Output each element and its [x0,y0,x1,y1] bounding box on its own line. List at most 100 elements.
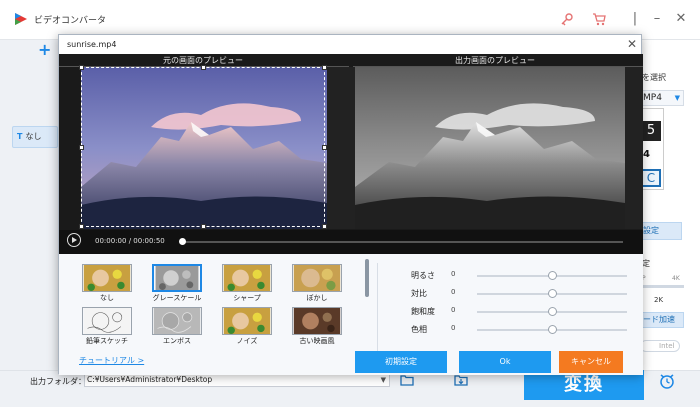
duration: 00:00:50 [133,237,165,245]
effect-thumbnail[interactable] [292,307,342,335]
adjustment-value: 0 [451,270,456,278]
intel-toggle[interactable]: Intel [640,340,680,352]
tutorial-link[interactable]: チュートリアル > [79,355,144,366]
effect-label: 鉛筆スケッチ [86,337,128,345]
quality-label: 定 [642,259,650,268]
effect-thumbnail[interactable] [152,264,202,292]
format-select-label: を選択 [642,73,666,82]
crop-handle[interactable] [201,65,206,70]
effect-item[interactable]: ぼかし [289,264,345,302]
effect-thumbnail[interactable] [222,307,272,335]
effect-label: シャープ [233,294,261,302]
effect-item[interactable]: 鉛筆スケッチ [79,307,135,345]
effect-thumbnail[interactable] [82,264,132,292]
adjustment-slider-handle[interactable] [547,289,557,298]
effect-thumbnail[interactable] [82,307,132,335]
adjustment-label: 色相 [411,325,427,334]
effect-item[interactable]: グレースケール [149,264,205,302]
open-folder-icon[interactable] [454,374,468,386]
adjustment-value: 0 [451,288,456,296]
output-folder-input[interactable]: C:¥Users¥Administrator¥Desktop ▼ [84,373,390,387]
parameter-settings-button[interactable]: 設定 [640,222,682,240]
effect-label: エンボス [163,337,191,345]
key-icon[interactable] [560,12,574,26]
effects-scrollbar[interactable] [365,259,369,297]
ok-button[interactable]: Ok [459,351,551,373]
time-readout: 00:00:00 / 00:00:50 [95,237,165,245]
close-window-button[interactable]: ✕ [672,10,690,28]
adjustment-label: 飽和度 [411,307,435,316]
crop-handle[interactable] [79,224,84,229]
adjustment-row: 対比 0 [411,288,631,302]
dialog-close-button[interactable]: ✕ [625,37,639,51]
adjustment-value: 0 [451,324,456,332]
crop-handle[interactable] [79,65,84,70]
current-time: 00:00:00 [95,237,127,245]
format-card[interactable]: 5 4 C [640,108,664,190]
window-divider: | [632,11,638,26]
app-logo-icon [15,13,27,25]
format-dropdown[interactable]: MP4 ▼ [640,90,684,106]
format-card-c: C [641,169,661,187]
adjustment-slider-handle[interactable] [547,271,557,280]
effect-item[interactable]: 古い映画風 [289,307,345,345]
source-preview-image [81,67,327,229]
adjustment-label: 明るさ [411,271,435,280]
dialog-title: sunrise.mp4 [67,40,117,49]
adjustment-row: 飽和度 0 [411,306,631,320]
output-preview-image [355,67,625,229]
crop-handle[interactable] [79,145,84,150]
adjustment-value: 0 [451,306,456,314]
adjustment-label: 対比 [411,289,427,298]
divider [377,263,378,363]
format-value: MP4 [643,93,662,103]
cancel-button[interactable]: キャンセル [559,351,623,373]
preview-gap [625,67,643,229]
effect-label: グレースケール [152,294,202,302]
crop-handle[interactable] [201,224,206,229]
browse-folder-icon[interactable] [400,374,414,386]
effect-item[interactable]: エンボス [149,307,205,345]
subtitle-none-button[interactable]: T なし [12,126,58,148]
effects-dialog: sunrise.mp4 ✕ 元の画面のプレビュー 出力画面のプレビュー 00:0… [58,34,643,375]
effect-label: ノイズ [236,337,258,345]
adjustment-row: 色相 0 [411,324,631,338]
quality-value: 2K [654,296,664,304]
adjustment-slider-handle[interactable] [547,325,557,334]
effect-thumbnail[interactable] [152,307,202,335]
effect-item[interactable]: なし [79,264,135,302]
effect-label: 古い映画風 [299,337,335,345]
file-list-panel [0,40,58,370]
subtitle-none-label: なし [25,132,42,141]
text-icon: T [17,132,23,141]
effect-label: ぼかし [306,294,328,302]
seek-bar[interactable] [183,241,623,243]
hardware-accel-button[interactable]: ード加速 [640,312,684,328]
quality-slider[interactable] [640,285,684,288]
app-title: ビデオコンバータ [34,16,107,26]
chevron-down-icon: ▼ [674,94,680,102]
minimize-button[interactable]: – [648,10,666,28]
format-card-small: 4 [643,149,650,160]
preview-gap [327,67,355,229]
effect-thumbnail[interactable] [222,264,272,292]
adjustment-slider-handle[interactable] [547,307,557,316]
alarm-clock-icon[interactable] [658,372,676,390]
seek-handle[interactable] [179,238,186,245]
time-separator: / [128,237,132,245]
effect-item[interactable]: シャープ [219,264,275,302]
adjustment-row: 明るさ 0 [411,270,631,284]
effect-label: なし [100,294,114,302]
output-preview-label: 出力画面のプレビュー [455,56,535,65]
play-icon[interactable] [67,233,81,247]
reset-button[interactable]: 初期設定 [355,351,447,373]
output-folder-label: 出力フォルダ： [30,377,86,386]
effect-thumbnail[interactable] [292,264,342,292]
output-folder-path: C:¥Users¥Administrator¥Desktop [87,375,213,384]
effect-item[interactable]: ノイズ [219,307,275,345]
cart-icon[interactable] [592,12,606,26]
format-card-digit: 5 [641,121,661,141]
add-file-icon[interactable]: + [38,40,51,59]
quality-high-label: 4K [672,275,680,282]
chevron-down-icon: ▼ [380,376,386,384]
